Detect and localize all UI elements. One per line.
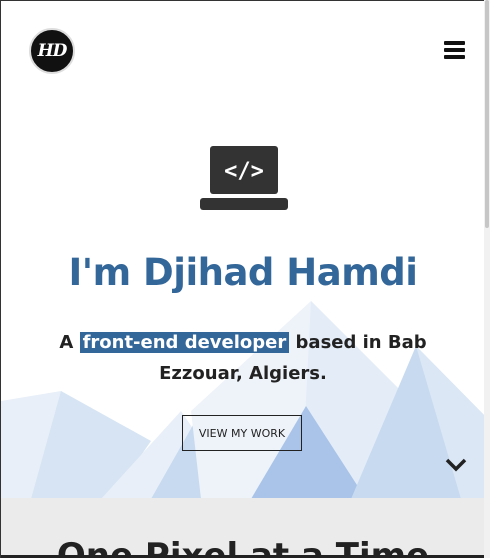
laptop-code-icon: </> (200, 146, 288, 210)
site-logo[interactable]: HD (29, 28, 75, 74)
hero-tagline: A front-end developer based in Bab Ezzou… (21, 327, 465, 389)
hero-heading: I'm Djihad Hamdi (68, 251, 418, 294)
tagline-highlight: front-end developer (79, 332, 290, 353)
view-my-work-label: VIEW MY WORK (198, 426, 286, 440)
hamburger-icon[interactable] (444, 41, 465, 59)
logo-text: HD (37, 41, 68, 61)
view-my-work-button[interactable]: VIEW MY WORK (182, 415, 302, 451)
svg-text:</>: </> (224, 159, 264, 184)
scrollbar[interactable] (484, 0, 490, 558)
chevron-down-icon[interactable] (445, 457, 467, 473)
page-viewport: HD </> I'm Djihad Hamdi A front-end deve… (0, 0, 484, 558)
scrollbar-thumb[interactable] (485, 0, 489, 228)
mountains-background (1, 301, 484, 499)
tagline-prefix: A (59, 332, 74, 353)
next-section: One Pixel at a Time (1, 498, 484, 558)
